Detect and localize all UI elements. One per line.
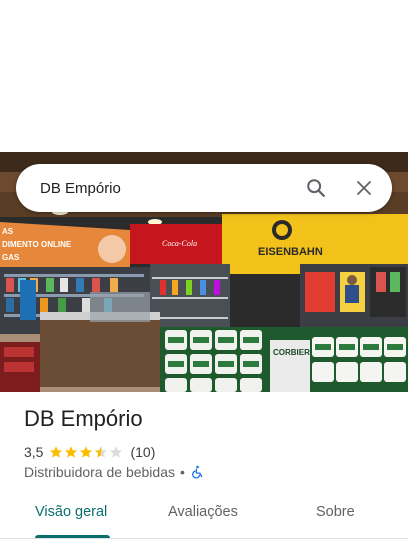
promo-text-2: DIMENTO ONLINE xyxy=(2,240,72,249)
tab-about[interactable]: Sobre xyxy=(316,504,355,520)
rating-row[interactable]: 3,5 (10) xyxy=(24,444,155,460)
promo-text-1: AS xyxy=(2,227,14,236)
clear-button[interactable] xyxy=(340,164,388,212)
search-button[interactable] xyxy=(292,164,340,212)
star-half-icon xyxy=(95,446,108,458)
tab-bar: Visão geral Avaliações Sobre xyxy=(0,492,408,539)
review-count[interactable]: (10) xyxy=(130,444,155,460)
place-category: Distribuidora de bebidas xyxy=(24,464,175,480)
rating-stars xyxy=(49,445,124,459)
search-query[interactable]: DB Empório xyxy=(40,180,292,197)
separator: • xyxy=(179,464,185,480)
corbier-sign: CORBIER xyxy=(273,348,310,357)
category-row: Distribuidora de bebidas • xyxy=(24,464,204,480)
promo-text-3: GAS xyxy=(2,253,20,262)
star-icon xyxy=(80,446,93,458)
star-empty-icon xyxy=(110,446,123,458)
tab-reviews[interactable]: Avaliações xyxy=(168,504,238,520)
rating-value: 3,5 xyxy=(24,444,44,460)
search-icon xyxy=(307,179,325,197)
search-bar[interactable]: DB Empório xyxy=(16,164,392,212)
coca-cola-sign: Coca-Cola xyxy=(162,239,197,248)
tab-overview[interactable]: Visão geral xyxy=(35,504,107,520)
place-title: DB Empório xyxy=(24,406,143,431)
wheelchair-icon xyxy=(191,465,203,479)
close-icon xyxy=(357,181,371,195)
star-icon xyxy=(65,446,78,458)
active-tab-indicator xyxy=(35,535,110,538)
eisenbahn-sign: EISENBAHN xyxy=(258,246,323,258)
star-icon xyxy=(50,446,63,458)
